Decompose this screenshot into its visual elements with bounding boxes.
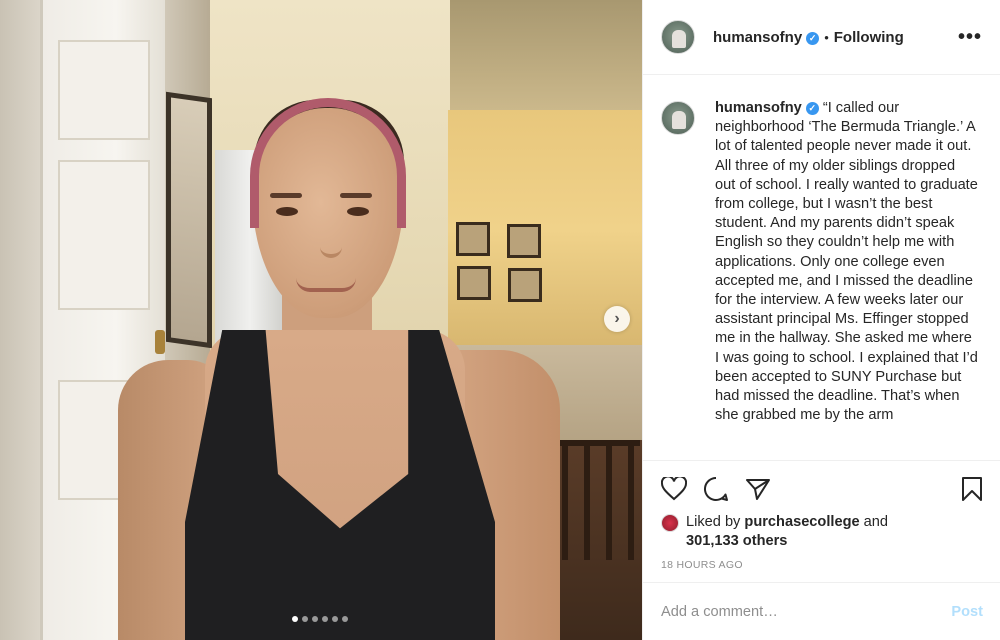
chevron-right-icon: ›	[614, 310, 620, 327]
caption-text: “I called our neighborhood ‘The Bermuda …	[715, 100, 978, 424]
post-side-panel: humansofny ✓ • Following ••• humansofny ✓ …	[642, 0, 1000, 640]
person-nose	[320, 222, 342, 258]
caption: humansofny ✓ “I called our neighborhood ‘…	[715, 99, 979, 459]
person-mouth	[296, 278, 356, 292]
post-photo[interactable]: ›	[0, 0, 642, 640]
person-eye-left	[276, 207, 298, 216]
caption-username-text[interactable]: humansofny	[715, 100, 802, 116]
carousel-dot	[312, 616, 318, 622]
liker-avatar[interactable]	[661, 514, 679, 532]
comment-bar: Post	[643, 582, 1000, 640]
photo-person	[0, 0, 642, 640]
likes-count[interactable]: 301,133 others	[686, 533, 787, 549]
avatar[interactable]	[661, 20, 695, 54]
comment-icon[interactable]	[703, 476, 729, 502]
carousel-indicators	[292, 616, 348, 622]
carousel-dot	[322, 616, 328, 622]
caption-username[interactable]: humansofny ✓	[715, 100, 819, 116]
caption-section: humansofny ✓ “I called our neighborhood ‘…	[643, 75, 1000, 459]
person-brow-right	[340, 193, 372, 198]
liker-username[interactable]: purchasecollege	[744, 514, 859, 530]
header-username[interactable]: humansofny ✓	[713, 29, 820, 46]
more-options-icon[interactable]: •••	[958, 26, 982, 49]
instagram-post: › humansofny ✓ • Following ••• humansofny…	[0, 0, 1000, 640]
post-actions: Liked by purchasecollege and 301,133 oth…	[643, 460, 1000, 571]
post-header: humansofny ✓ • Following •••	[643, 0, 1000, 75]
share-icon[interactable]	[745, 477, 771, 501]
heart-icon[interactable]	[661, 477, 687, 501]
likes-summary: Liked by purchasecollege and 301,133 oth…	[661, 513, 983, 551]
carousel-next-button[interactable]: ›	[604, 306, 630, 332]
person-brow-left	[270, 193, 302, 198]
verified-badge-icon: ✓	[806, 31, 820, 45]
verified-badge-icon: ✓	[805, 102, 819, 115]
caption-avatar[interactable]	[661, 101, 695, 135]
carousel-dot	[332, 616, 338, 622]
bookmark-icon[interactable]	[961, 476, 983, 502]
post-comment-button[interactable]: Post	[951, 604, 983, 620]
person-eye-right	[347, 207, 369, 216]
carousel-dot	[302, 616, 308, 622]
action-icons	[661, 475, 983, 503]
likes-prefix: Liked by	[686, 514, 741, 530]
comment-input[interactable]	[661, 603, 952, 620]
header-username-text[interactable]: humansofny	[713, 29, 802, 46]
carousel-dot	[292, 616, 298, 622]
likes-connector: and	[863, 514, 889, 530]
header-separator: •	[824, 29, 829, 45]
post-timestamp[interactable]: 18 HOURS AGO	[661, 559, 983, 571]
carousel-dot	[342, 616, 348, 622]
following-button[interactable]: Following	[834, 29, 904, 46]
